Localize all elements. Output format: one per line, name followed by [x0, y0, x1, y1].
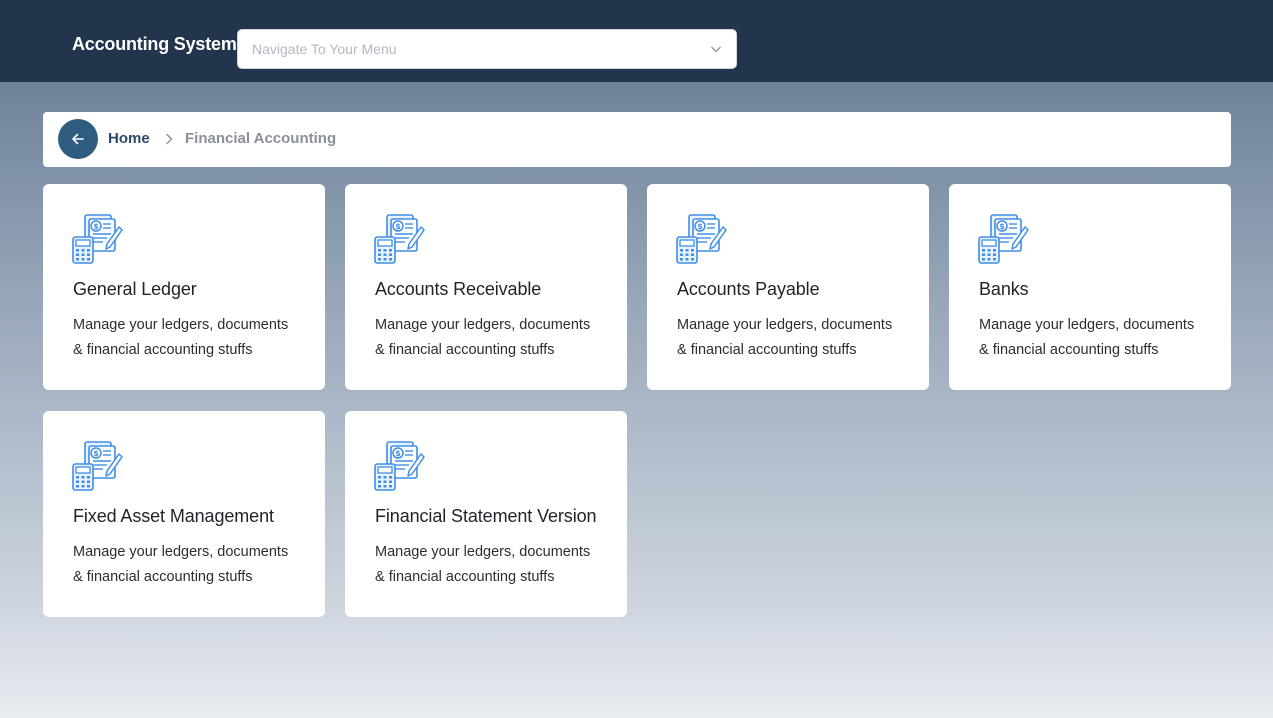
- card-title: Fixed Asset Management: [73, 506, 274, 526]
- chevron-down-icon: [711, 46, 721, 53]
- card-description-line: & financial accounting stuffs: [375, 569, 555, 585]
- accounting-document-icon: $: [374, 214, 425, 264]
- card-description-line: & financial accounting stuffs: [677, 342, 857, 358]
- navigate-menu-select[interactable]: Navigate To Your Menu: [237, 29, 737, 69]
- card-title: Accounts Payable: [677, 279, 820, 299]
- card-fixed-asset-management[interactable]: $ Fixed Asset Management Manage your led…: [43, 411, 325, 617]
- accounting-document-icon: $: [72, 214, 123, 264]
- card-description-line: Manage your ledgers, documents: [375, 544, 591, 560]
- card-description-line: Manage your ledgers, documents: [677, 317, 893, 333]
- back-button[interactable]: [58, 119, 98, 159]
- card-accounts-payable[interactable]: $ Accounts Payable Manage your ledgers, …: [647, 184, 929, 390]
- card-description: Manage your ledgers, documents & financi…: [73, 313, 313, 363]
- card-financial-statement-version[interactable]: $ Financial Statement Version Manage you…: [345, 411, 627, 617]
- card-description: Manage your ledgers, documents & financi…: [375, 540, 615, 590]
- card-title: Financial Statement Version: [375, 506, 597, 526]
- navigate-menu-placeholder: Navigate To Your Menu: [252, 41, 397, 57]
- accounting-document-icon: $: [72, 441, 123, 491]
- card-description-line: & financial accounting stuffs: [979, 342, 1159, 358]
- card-general-ledger[interactable]: $ General Ledger Manage your ledgers, do…: [43, 184, 325, 390]
- card-description: Manage your ledgers, documents & financi…: [73, 540, 313, 590]
- top-navbar: Accounting System Navigate To Your Menu: [0, 0, 1273, 82]
- app-title: Accounting System: [72, 34, 237, 54]
- card-title: Banks: [979, 279, 1029, 299]
- accounting-document-icon: $: [374, 441, 425, 491]
- svg-text:$: $: [395, 449, 401, 458]
- card-description: Manage your ledgers, documents & financi…: [677, 313, 917, 363]
- accounting-document-icon: $: [978, 214, 1029, 264]
- svg-text:$: $: [395, 222, 401, 231]
- svg-text:$: $: [999, 222, 1005, 231]
- card-description-line: & financial accounting stuffs: [73, 569, 253, 585]
- card-description-line: & financial accounting stuffs: [375, 342, 555, 358]
- breadcrumb-home-link[interactable]: Home: [108, 130, 150, 147]
- accounting-document-icon: $: [676, 214, 727, 264]
- card-banks[interactable]: $ Banks Manage your ledgers, documents &…: [949, 184, 1231, 390]
- arrow-left-icon: [72, 133, 84, 145]
- card-accounts-receivable[interactable]: $ Accounts Receivable Manage your ledger…: [345, 184, 627, 390]
- card-description: Manage your ledgers, documents & financi…: [375, 313, 615, 363]
- card-description-line: Manage your ledgers, documents: [979, 317, 1195, 333]
- card-description-line: Manage your ledgers, documents: [375, 317, 591, 333]
- chevron-right-icon: [166, 133, 173, 145]
- card-title: Accounts Receivable: [375, 279, 542, 299]
- card-description-line: Manage your ledgers, documents: [73, 544, 289, 560]
- card-description-line: Manage your ledgers, documents: [73, 317, 289, 333]
- card-description-line: & financial accounting stuffs: [73, 342, 253, 358]
- svg-text:$: $: [93, 449, 99, 458]
- svg-text:$: $: [697, 222, 703, 231]
- svg-text:$: $: [93, 222, 99, 231]
- breadcrumb: Home Financial Accounting: [43, 112, 1231, 167]
- breadcrumb-current: Financial Accounting: [185, 130, 337, 147]
- card-description: Manage your ledgers, documents & financi…: [979, 313, 1219, 363]
- card-title: General Ledger: [73, 279, 197, 299]
